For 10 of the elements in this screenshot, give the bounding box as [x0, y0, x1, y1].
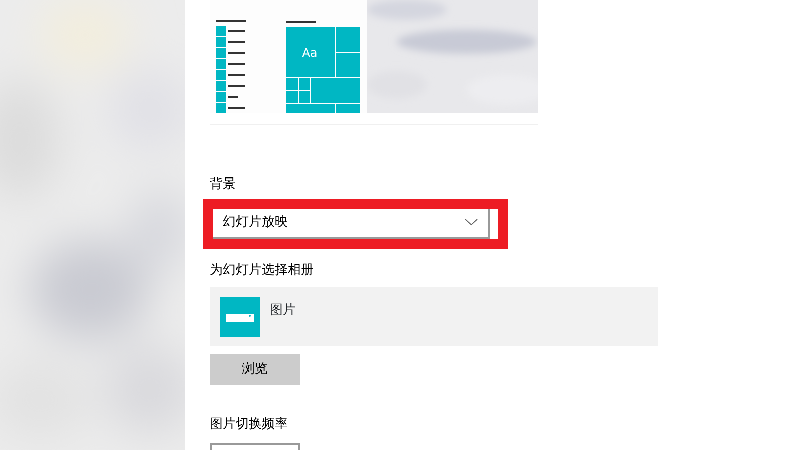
album-icon — [220, 297, 260, 338]
album-item[interactable]: 图片 — [210, 287, 658, 346]
section-label: 图片切换频率 — [210, 417, 289, 433]
chevron-icon — [465, 219, 478, 226]
background-dropdown[interactable]: 幻灯片放映 — [213, 208, 490, 239]
section-label: 背景 — [210, 177, 237, 193]
album-name: 图片 — [270, 302, 296, 320]
browse-button[interactable]: 浏览 — [210, 354, 300, 386]
sample-text: Aa — [302, 46, 318, 60]
section-label: 为幻灯片选择相册 — [210, 262, 315, 278]
